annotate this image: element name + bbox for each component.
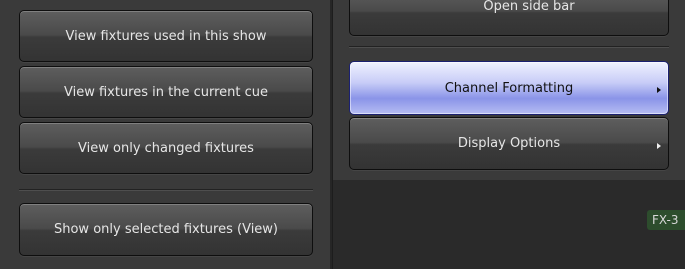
display-options-button[interactable]: Display Options [349, 117, 669, 170]
left-panel: View fixtures used in this show View fix… [0, 0, 332, 269]
fx-badge[interactable]: FX-3 [647, 210, 685, 230]
check-icon [445, 0, 467, 1]
separator [349, 46, 669, 48]
view-fixtures-used-button[interactable]: View fixtures used in this show [19, 10, 313, 62]
button-label: Display Options [457, 136, 561, 151]
submenu-arrow-icon [657, 142, 661, 149]
button-label: View fixtures used in this show [65, 28, 267, 44]
button-label: Open side bar [483, 0, 575, 14]
button-label: View fixtures in the current cue [63, 84, 269, 100]
view-changed-fixtures-button[interactable]: View only changed fixtures [19, 122, 313, 174]
show-selected-fixtures-button[interactable]: Show only selected fixtures (View) [19, 203, 313, 256]
bottom-strip [333, 180, 685, 269]
right-panel: Open side bar Channel Formatting Display… [333, 0, 685, 180]
separator [19, 189, 313, 191]
channel-formatting-button[interactable]: Channel Formatting [349, 61, 669, 115]
button-label: Show only selected fixtures (View) [53, 222, 279, 237]
submenu-arrow-icon [657, 87, 661, 93]
view-fixtures-current-cue-button[interactable]: View fixtures in the current cue [19, 66, 313, 118]
open-side-bar-button[interactable]: Open side bar [349, 0, 669, 36]
button-label: View only changed fixtures [78, 140, 254, 156]
button-label: Channel Formatting [444, 80, 574, 96]
